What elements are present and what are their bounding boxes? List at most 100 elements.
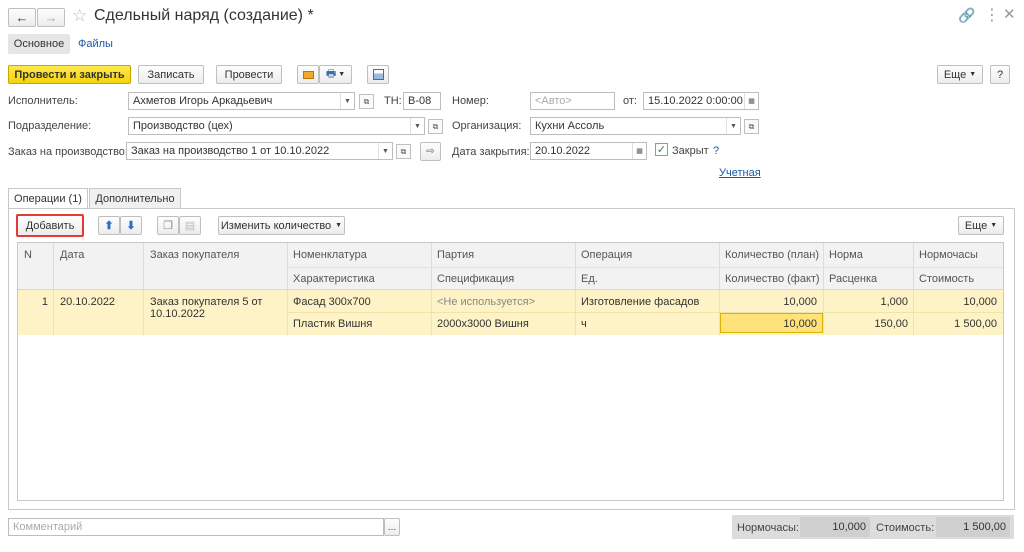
structure-icon [372,69,384,80]
cell-customer-order-line2[interactable]: 10.10.2022 [150,308,205,320]
cell-batch[interactable]: <Не используется> [437,296,535,308]
copy-row-button[interactable]: ❐ [157,216,179,235]
header-rate[interactable]: Расценка [829,273,877,285]
print-button[interactable]: 🖶 ▼ [319,65,352,84]
number-placeholder: <Авто> [535,95,572,107]
header-norm-hours[interactable]: Нормочасы [919,249,978,261]
menu-dots-icon[interactable]: ⋮ [984,5,1000,25]
link-icon[interactable]: 🔗 [958,7,975,24]
header-qty-plan[interactable]: Количество (план) [725,249,819,261]
help-label: ? [996,68,1004,81]
open-organization-button[interactable]: ⧉ [744,119,759,134]
forward-button[interactable]: → [37,8,65,27]
cell-norm[interactable]: 1,000 [824,296,908,308]
post-and-close-button[interactable]: Провести и закрыть [8,65,131,84]
cell-cost[interactable]: 1 500,00 [914,318,997,330]
arrow-up-icon: ⬆ [104,220,114,232]
header-unit[interactable]: Ед. [581,273,598,285]
comment-field[interactable]: Комментарий [8,518,384,536]
number-field[interactable]: <Авто> [530,92,615,110]
cell-norm-hours[interactable]: 10,000 [914,296,997,308]
close-icon[interactable]: ✕ [1003,5,1016,23]
production-order-label: Заказ на производство: [8,146,128,158]
date-from-field[interactable]: 15.10.2022 0:00:00 ▦ [643,92,759,110]
chevron-down-icon[interactable]: ▼ [726,118,740,134]
back-button[interactable]: ← [8,8,36,27]
cell-n[interactable]: 1 [18,296,48,308]
header-nomenclature[interactable]: Номенклатура [293,249,367,261]
header-n[interactable]: N [24,249,32,261]
cell-date[interactable]: 20.10.2022 [60,296,115,308]
arrow-left-icon: ← [15,10,29,25]
save-button[interactable]: Записать [138,65,204,84]
header-specification[interactable]: Спецификация [437,273,514,285]
open-production-order-button[interactable]: ⧉ [396,144,411,159]
close-date-field[interactable]: 20.10.2022 ▦ [530,142,647,160]
tn-value: В-08 [408,95,432,107]
fill-button[interactable]: ⇨ [420,142,441,161]
header-characteristic[interactable]: Характеристика [293,273,375,285]
window-title: Сдельный наряд (создание) * [94,7,314,24]
accounting-link[interactable]: Учетная [719,167,761,179]
mail-button[interactable] [297,65,319,84]
executor-label: Исполнитель: [8,95,78,107]
post-button[interactable]: Провести [216,65,282,84]
open-executor-button[interactable]: ⧉ [359,94,374,109]
cell-unit[interactable]: ч [581,318,587,330]
header-norm[interactable]: Норма [829,249,863,261]
tab-additional-label: Дополнительно [95,193,175,205]
executor-field[interactable]: Ахметов Игорь Аркадьевич ▼ [128,92,355,110]
fill-arrow-icon: ⇨ [426,146,435,157]
cell-rate[interactable]: 150,00 [824,318,908,330]
structure-button[interactable] [367,65,389,84]
organization-field[interactable]: Кухни Ассоль ▼ [530,117,741,135]
add-button[interactable]: Добавить [16,214,84,237]
chevron-down-icon[interactable]: ▼ [378,143,392,159]
total-norm-hours-value: 10,000 [800,517,870,537]
cell-operation[interactable]: Изготовление фасадов [581,296,699,308]
chevron-down-icon[interactable]: ▼ [340,93,354,109]
header-customer-order[interactable]: Заказ покупателя [150,249,239,261]
closed-checkbox[interactable]: ✓ [655,143,668,156]
tab-operations[interactable]: Операции (1) [8,188,88,209]
calendar-icon[interactable]: ▦ [632,143,646,159]
table-more-button[interactable]: Еще ▼ [958,216,1004,235]
cell-characteristic[interactable]: Пластик Вишня [293,318,372,330]
header-batch[interactable]: Партия [437,249,474,261]
production-order-field[interactable]: Заказ на производство 1 от 10.10.2022 ▼ [126,142,393,160]
number-label: Номер: [452,95,489,107]
chevron-down-icon: ▼ [338,71,346,78]
help-link[interactable]: ? [713,145,719,157]
calendar-icon[interactable]: ▦ [744,93,758,109]
add-label: Добавить [25,219,75,232]
cell-specification[interactable]: 2000х3000 Вишня [437,318,529,330]
tab-additional[interactable]: Дополнительно [89,188,181,209]
comment-expand-button[interactable]: … [384,518,400,536]
change-quantity-button[interactable]: Изменить количество ▼ [218,216,345,235]
header-qty-fact[interactable]: Количество (факт) [725,273,820,285]
tab-main[interactable]: Основное [8,34,70,54]
total-cost-value: 1 500,00 [936,517,1010,537]
header-operation[interactable]: Операция [581,249,632,261]
cell-customer-order-line1[interactable]: Заказ покупателя 5 от [150,296,262,308]
cell-nomenclature[interactable]: Фасад 300х700 [293,296,371,308]
more-button[interactable]: Еще ▼ [937,65,983,84]
header-cost[interactable]: Стоимость [919,273,974,285]
chevron-down-icon[interactable]: ▼ [410,118,424,134]
help-button[interactable]: ? [990,65,1010,84]
header-date[interactable]: Дата [60,249,84,261]
cell-qty-plan[interactable]: 10,000 [720,296,817,308]
move-up-button[interactable]: ⬆ [98,216,120,235]
tab-files[interactable]: Файлы [78,38,113,50]
favorite-star-icon[interactable]: ☆ [72,6,87,26]
department-field[interactable]: Производство (цех) ▼ [128,117,425,135]
more-label: Еще [943,68,967,81]
open-department-button[interactable]: ⧉ [428,119,443,134]
move-down-button[interactable]: ⬇ [120,216,142,235]
total-cost-label: Стоимость: [876,522,935,534]
tn-field[interactable]: В-08 [403,92,441,110]
chevron-down-icon: ▼ [335,222,343,229]
organization-value: Кухни Ассоль [535,120,605,132]
cell-qty-fact[interactable]: 10,000 [720,318,817,330]
paste-row-button[interactable]: ▤ [179,216,201,235]
